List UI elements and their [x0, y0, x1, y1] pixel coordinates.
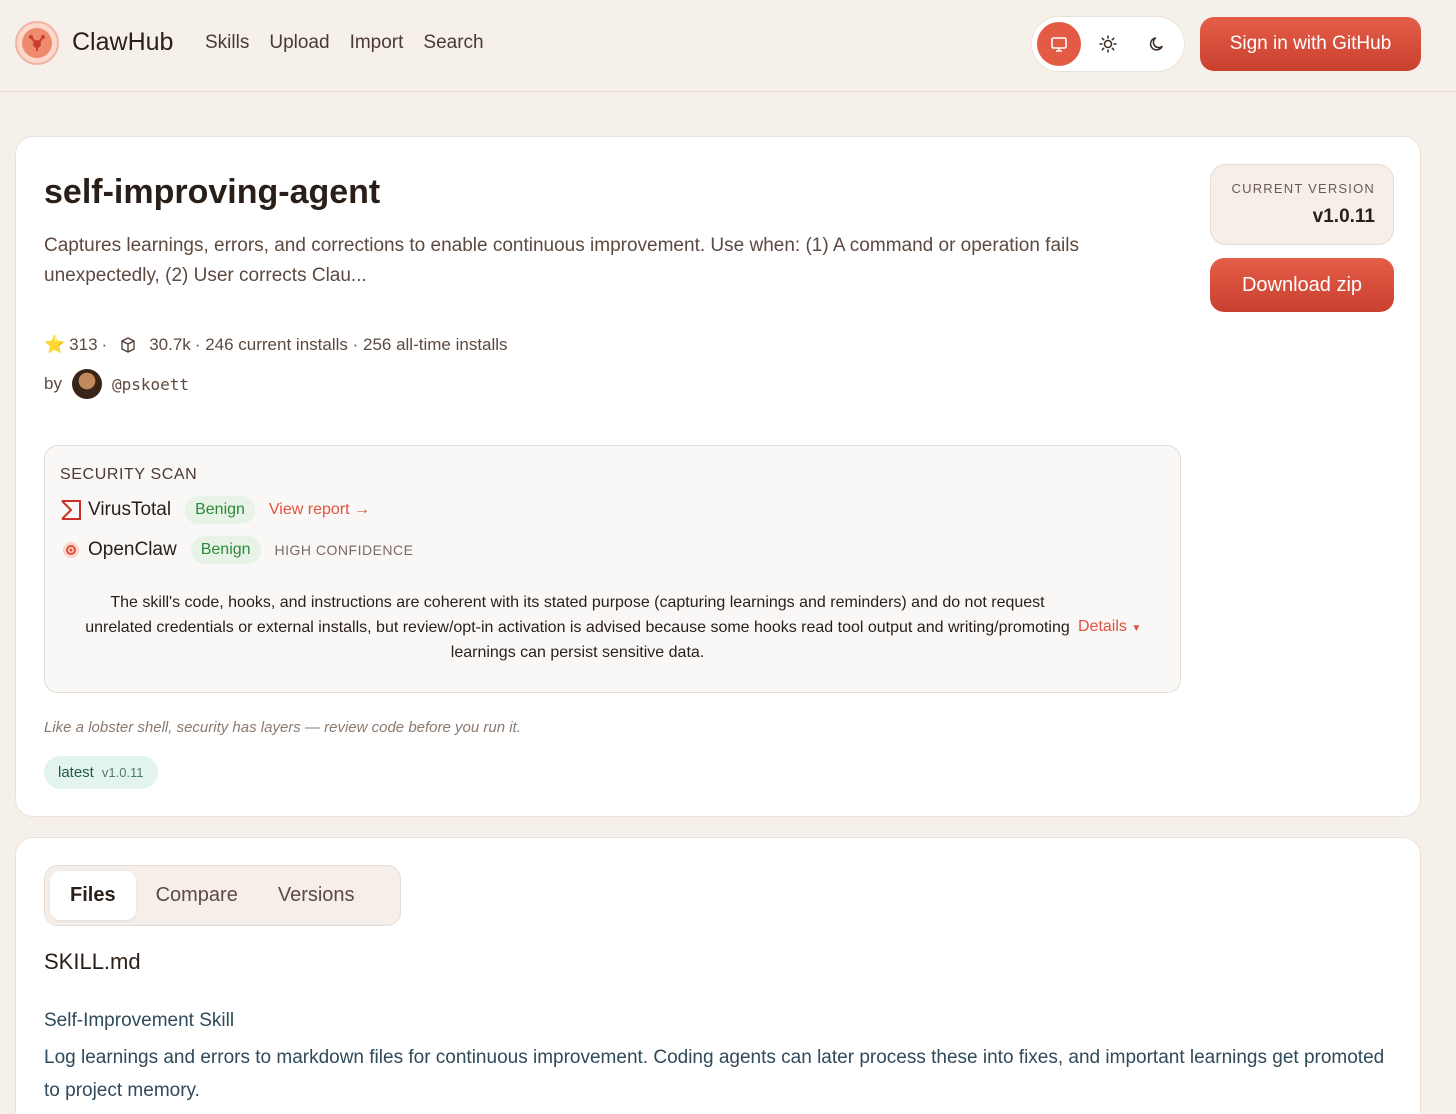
download-zip-button[interactable]: Download zip: [1210, 258, 1394, 312]
markdown-heading: Self-Improvement Skill: [44, 1010, 235, 1031]
view-report-link[interactable]: View report →: [269, 501, 370, 519]
download-count: 30.7k: [149, 335, 191, 354]
monitor-icon: [1051, 37, 1067, 52]
star-icon: ⭐: [44, 335, 66, 354]
skill-description: Captures learnings, errors, and correcti…: [44, 235, 1079, 286]
caret-down-icon: ▼: [1131, 623, 1142, 634]
skill-card: self-improving-agent Captures learnings,…: [15, 136, 1421, 817]
theme-light-button[interactable]: [1086, 22, 1130, 66]
nav-skills[interactable]: Skills: [205, 32, 249, 54]
author-avatar[interactable]: [71, 369, 102, 399]
virustotal-row: VirusTotal Benign View report →: [60, 496, 370, 524]
security-summary: The skill's code, hooks, and instruction…: [85, 594, 1070, 661]
top-bar: ClawHub Skills Upload Import Search Sign…: [0, 0, 1456, 92]
openclaw-name: OpenClaw: [88, 539, 177, 560]
brand-name[interactable]: ClawHub: [72, 28, 173, 57]
current-version-value: v1.0.11: [1312, 206, 1375, 227]
security-scan-panel: SECURITY SCAN VirusTotal Benign View rep…: [44, 445, 1181, 693]
theme-dark-button[interactable]: [1135, 22, 1179, 66]
nav-import[interactable]: Import: [350, 32, 404, 54]
skill-stats: ⭐ 313 · 30.7k · 246 current installs · 2…: [44, 335, 508, 355]
markdown-paragraph: Log learnings and errors to markdown fil…: [44, 1047, 1385, 1101]
tab-versions[interactable]: Versions: [258, 871, 375, 920]
install-counts: · 246 current installs · 256 all-time in…: [194, 335, 508, 354]
security-scan-title: SECURITY SCAN: [60, 466, 198, 483]
author-byline: by @pskoett: [44, 369, 189, 399]
nav-search[interactable]: Search: [423, 32, 483, 54]
version-tag[interactable]: latest v1.0.11: [44, 756, 158, 789]
details-label: Details: [1078, 618, 1127, 635]
virustotal-name: VirusTotal: [88, 499, 172, 520]
stats-separator: ·: [101, 335, 108, 354]
sign-in-github-button[interactable]: Sign in with GitHub: [1200, 17, 1421, 71]
openclaw-icon: [63, 542, 79, 558]
files-tabs: Files Compare Versions: [44, 865, 401, 926]
theme-switcher: [1031, 16, 1185, 72]
openclaw-row: OpenClaw Benign HIGH CONFIDENCE: [60, 536, 414, 564]
theme-system-button[interactable]: [1037, 22, 1081, 66]
package-icon: [121, 337, 135, 353]
current-version-box: CURRENT VERSION v1.0.11: [1210, 164, 1394, 245]
skill-title: self-improving-agent: [44, 173, 381, 211]
tag-version: v1.0.11: [101, 765, 144, 780]
virustotal-icon: [61, 500, 81, 520]
author-handle[interactable]: @pskoett: [112, 375, 189, 394]
tab-compare[interactable]: Compare: [136, 871, 258, 920]
main-nav: Skills Upload Import Search: [205, 32, 504, 54]
tab-files[interactable]: Files: [50, 871, 136, 920]
sun-icon: [1099, 35, 1117, 53]
star-count: 313: [69, 335, 98, 354]
details-toggle[interactable]: Details ▼: [1078, 618, 1141, 636]
moon-icon: [1149, 37, 1163, 51]
by-label: by: [44, 374, 62, 393]
tag-name: latest: [58, 764, 94, 781]
security-note: Like a lobster shell, security has layer…: [44, 719, 521, 736]
clawhub-logo-icon[interactable]: [15, 21, 59, 65]
files-card: Files Compare Versions SKILL.md Self-Imp…: [15, 837, 1421, 1114]
nav-upload[interactable]: Upload: [269, 32, 329, 54]
openclaw-verdict-badge: Benign: [190, 536, 261, 564]
openclaw-confidence: HIGH CONFIDENCE: [274, 542, 414, 558]
current-version-label: CURRENT VERSION: [1231, 181, 1375, 196]
file-name: SKILL.md: [44, 949, 141, 974]
virustotal-verdict-badge: Benign: [185, 496, 255, 524]
